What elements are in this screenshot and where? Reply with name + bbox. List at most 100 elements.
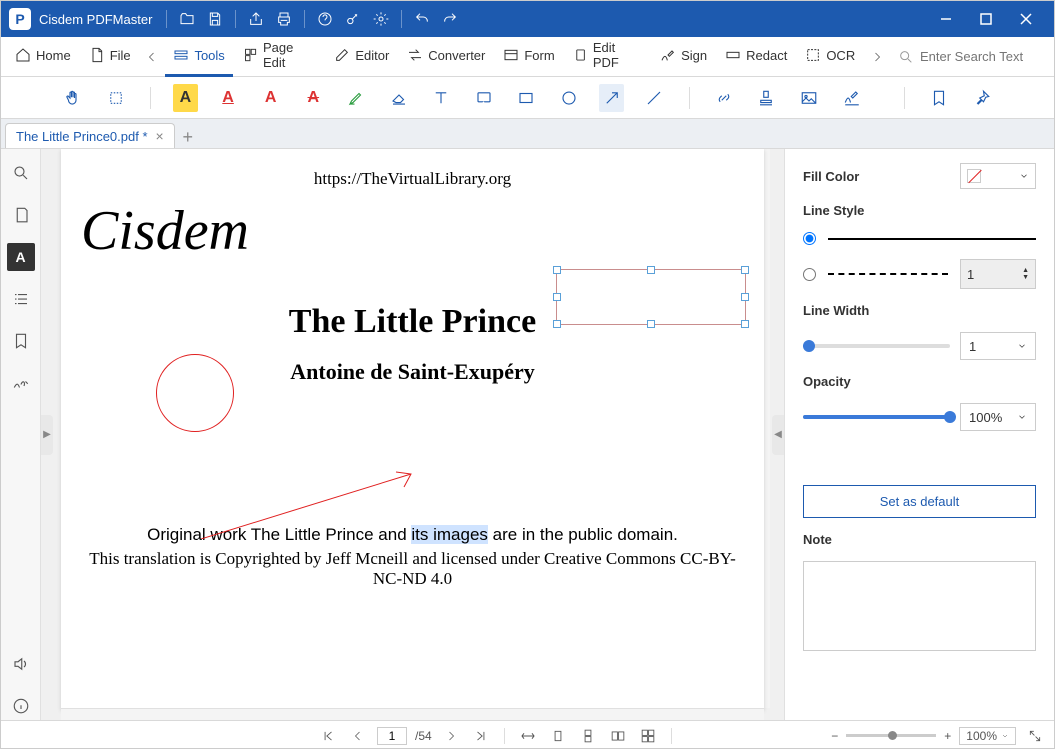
image-tool-icon[interactable] xyxy=(797,84,822,112)
opacity-slider[interactable] xyxy=(803,415,950,419)
pdf-page[interactable]: https://TheVirtualLibrary.org Cisdem The… xyxy=(61,149,764,710)
dash-stepper[interactable]: 1▲▼ xyxy=(960,259,1036,289)
tab-ocr[interactable]: OCR xyxy=(797,37,863,77)
signature-panel-icon[interactable] xyxy=(7,369,35,397)
toolrail: A A A A xyxy=(1,77,1054,119)
help-icon[interactable] xyxy=(311,5,339,33)
continuous-page-icon[interactable] xyxy=(577,725,599,747)
two-page-continuous-icon[interactable] xyxy=(637,725,659,747)
two-page-icon[interactable] xyxy=(607,725,629,747)
document-tab[interactable]: The Little Prince0.pdf * × xyxy=(5,123,175,148)
zoom-slider[interactable] xyxy=(846,734,936,737)
statusbar: /54 − + 100% xyxy=(1,720,1054,750)
circle-tool-icon[interactable] xyxy=(557,84,582,112)
highlight-tool-icon[interactable]: A xyxy=(173,84,198,112)
fillcolor-label: Fill Color xyxy=(803,169,859,184)
tab-close-icon[interactable]: × xyxy=(156,128,164,144)
undo-icon[interactable] xyxy=(408,5,436,33)
fillcolor-picker[interactable] xyxy=(960,163,1036,189)
zoom-in-button[interactable]: + xyxy=(944,729,951,743)
search-input[interactable] xyxy=(920,49,1040,64)
linestyle-solid-radio[interactable] xyxy=(803,232,816,245)
first-page-button[interactable] xyxy=(317,725,339,747)
arrow-tool-icon[interactable] xyxy=(599,84,624,112)
zoom-out-button[interactable]: − xyxy=(831,729,838,743)
minimize-button[interactable] xyxy=(926,1,966,37)
save-icon[interactable] xyxy=(201,5,229,33)
stamp-tool-icon[interactable] xyxy=(754,84,779,112)
bookmark-tool-icon[interactable] xyxy=(927,84,952,112)
sound-icon[interactable] xyxy=(7,650,35,678)
squiggly-tool-icon[interactable]: A xyxy=(258,84,283,112)
linewidth-select[interactable]: 1 xyxy=(960,332,1036,360)
fullscreen-button[interactable] xyxy=(1024,725,1046,747)
redo-icon[interactable] xyxy=(436,5,464,33)
add-tab-button[interactable]: + xyxy=(175,127,201,148)
hand-tool-icon[interactable] xyxy=(61,84,86,112)
tab-file[interactable]: File xyxy=(81,37,139,77)
open-icon[interactable] xyxy=(173,5,201,33)
info-icon[interactable] xyxy=(7,692,35,720)
tab-converter[interactable]: Converter xyxy=(399,37,493,77)
expand-right-handle[interactable]: ◀ xyxy=(772,415,784,455)
single-page-icon[interactable] xyxy=(547,725,569,747)
linestyle-label: Line Style xyxy=(803,203,1036,218)
linewidth-slider[interactable] xyxy=(803,344,950,348)
close-button[interactable] xyxy=(1006,1,1046,37)
note-textarea[interactable] xyxy=(803,561,1036,651)
signature-tool-icon[interactable] xyxy=(839,84,864,112)
thumbnails-panel-icon[interactable] xyxy=(7,201,35,229)
bookmarks-panel-icon[interactable] xyxy=(7,327,35,355)
tab-sign[interactable]: Sign xyxy=(652,37,715,77)
key-icon[interactable] xyxy=(339,5,367,33)
strikeout-tool-icon[interactable]: A xyxy=(301,84,326,112)
annotations-panel-icon[interactable]: A xyxy=(7,243,35,271)
ribbon-search[interactable] xyxy=(890,49,1048,65)
last-page-button[interactable] xyxy=(470,725,492,747)
tab-tools[interactable]: Tools xyxy=(165,37,232,77)
circle-annotation[interactable] xyxy=(156,354,234,432)
set-default-button[interactable]: Set as default xyxy=(803,485,1036,518)
note-tool-icon[interactable] xyxy=(472,84,497,112)
rectangle-tool-icon[interactable] xyxy=(514,84,539,112)
ribbon-prev[interactable] xyxy=(141,43,164,71)
doc-watermark: Cisdem xyxy=(81,199,744,263)
link-tool-icon[interactable] xyxy=(712,84,737,112)
tab-redact[interactable]: Redact xyxy=(717,37,795,77)
linestyle-dashed-radio[interactable] xyxy=(803,268,816,281)
next-page-button[interactable] xyxy=(440,725,462,747)
select-tool-icon[interactable] xyxy=(104,84,129,112)
app-title: Cisdem PDFMaster xyxy=(39,12,152,27)
marker-tool-icon[interactable] xyxy=(344,84,369,112)
tab-form[interactable]: Form xyxy=(495,37,562,77)
tab-editpdf[interactable]: Edit PDF xyxy=(565,37,650,77)
zoom-select[interactable]: 100% xyxy=(959,727,1016,745)
search-panel-icon[interactable] xyxy=(7,159,35,187)
opacity-select[interactable]: 100% xyxy=(960,403,1036,431)
arrow-annotation[interactable] xyxy=(201,469,421,539)
line-tool-icon[interactable] xyxy=(642,84,667,112)
tab-home[interactable]: Home xyxy=(7,37,79,77)
eraser-tool-icon[interactable] xyxy=(386,84,411,112)
tab-pageedit[interactable]: Page Edit xyxy=(235,37,325,77)
ribbon-next[interactable] xyxy=(865,43,888,71)
vertical-scrollbar[interactable] xyxy=(764,149,770,708)
highlighted-text: its images xyxy=(411,525,488,544)
print-icon[interactable] xyxy=(270,5,298,33)
settings-icon[interactable] xyxy=(367,5,395,33)
maximize-button[interactable] xyxy=(966,1,1006,37)
app-logo: P xyxy=(9,8,31,30)
prev-page-button[interactable] xyxy=(347,725,369,747)
page-input[interactable] xyxy=(377,727,407,745)
outline-panel-icon[interactable] xyxy=(7,285,35,313)
rectangle-annotation-selected[interactable] xyxy=(556,269,746,325)
share-icon[interactable] xyxy=(242,5,270,33)
horizontal-scrollbar[interactable] xyxy=(61,708,764,720)
fit-width-icon[interactable] xyxy=(517,725,539,747)
text-tool-icon[interactable] xyxy=(429,84,454,112)
pin-tool-icon[interactable] xyxy=(970,84,995,112)
underline-tool-icon[interactable]: A xyxy=(216,84,241,112)
page-total: /54 xyxy=(415,729,432,743)
expand-left-handle[interactable]: ▶ xyxy=(41,415,53,455)
tab-editor[interactable]: Editor xyxy=(326,37,397,77)
